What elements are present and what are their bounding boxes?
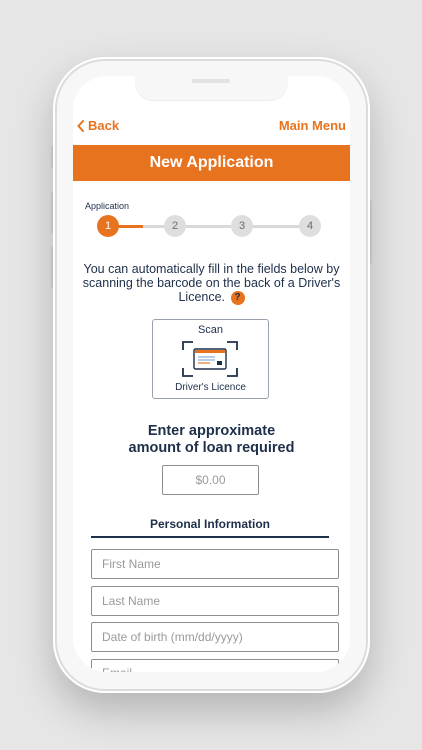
page-title-bar: New Application	[73, 145, 350, 181]
phone-notch	[135, 76, 288, 100]
step-caption: Application	[85, 201, 130, 211]
loan-amount-heading: Enter approximate amount of loan require…	[73, 423, 350, 457]
last-name-field[interactable]: Last Name	[91, 586, 339, 616]
speaker-grille	[192, 79, 230, 83]
back-label: Back	[88, 118, 120, 133]
step-1[interactable]: 1	[97, 215, 119, 237]
scan-instructions: You can automatically fill in the fields…	[79, 262, 344, 305]
step-2[interactable]: 2	[164, 215, 186, 237]
step-4[interactable]: 4	[299, 215, 321, 237]
progress-stepper: Application 1 2 3 4	[73, 200, 350, 240]
page-title: New Application	[149, 154, 274, 171]
personal-info-heading: Personal Information	[91, 517, 329, 538]
top-nav: Back Main Menu	[73, 118, 350, 140]
scan-title: Scan	[197, 324, 224, 336]
first-name-field[interactable]: First Name	[91, 549, 339, 579]
app-screen: Back Main Menu New Application Applicati…	[73, 76, 350, 672]
loan-heading-line-2: amount of loan required	[128, 440, 295, 456]
email-field[interactable]: Email	[91, 659, 339, 672]
loan-amount-input[interactable]: $0.00	[162, 465, 259, 495]
phone-frame: Back Main Menu New Application Applicati…	[53, 57, 370, 693]
scan-licence-button[interactable]: Scan Driver's Licence	[152, 319, 269, 399]
loan-heading-line-1: Enter approximate	[147, 423, 276, 439]
date-of-birth-field[interactable]: Date of birth (mm/dd/yyyy)	[91, 622, 339, 652]
scan-instructions-text: You can automatically fill in the fields…	[82, 262, 341, 304]
help-icon[interactable]: ?	[230, 290, 245, 305]
scan-subtitle: Driver's Licence	[175, 382, 246, 393]
back-button[interactable]: Back	[77, 118, 119, 133]
step-3[interactable]: 3	[231, 215, 253, 237]
id-card-scan-icon	[182, 341, 238, 377]
chevron-left-icon	[77, 119, 84, 132]
main-menu-button[interactable]: Main Menu	[279, 118, 346, 133]
